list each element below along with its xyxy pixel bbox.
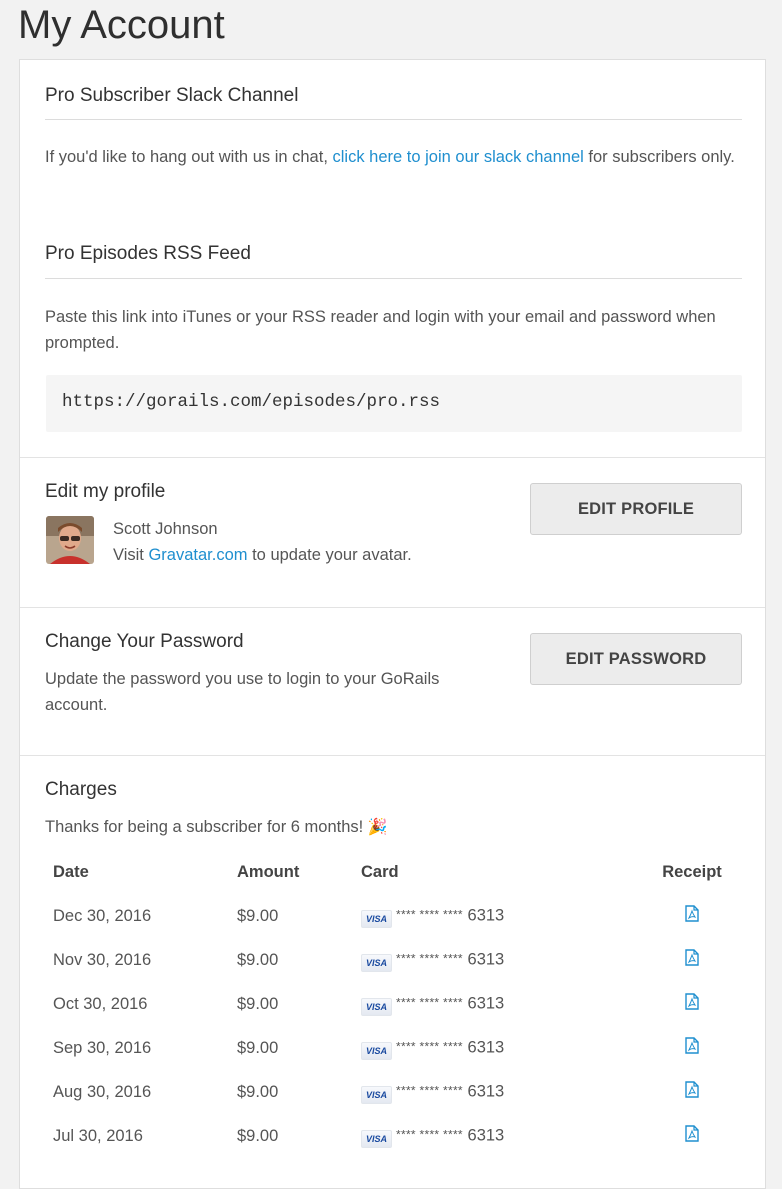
table-row: Oct 30, 2016 $9.00 VISA **** **** **** 6313 bbox=[45, 982, 742, 1026]
section-divider bbox=[20, 607, 765, 608]
file-pdf-icon[interactable] bbox=[685, 949, 699, 971]
charge-card: VISA **** **** **** 6313 bbox=[353, 1114, 642, 1158]
charges-table: Date Amount Card Receipt Dec 30, 2016 $9.… bbox=[45, 850, 742, 1158]
card-mask: **** **** **** bbox=[396, 907, 463, 922]
table-row: Aug 30, 2016 $9.00 VISA **** **** **** 6313 bbox=[45, 1070, 742, 1114]
visa-card-icon: VISA bbox=[361, 998, 392, 1016]
file-pdf-icon[interactable] bbox=[685, 1125, 699, 1147]
visa-card-icon: VISA bbox=[361, 1042, 392, 1060]
rss-heading: Pro Episodes RSS Feed bbox=[45, 243, 251, 264]
charge-receipt bbox=[642, 1114, 742, 1158]
charges-thanks-text: Thanks for being a subscriber for 6 mont… bbox=[45, 814, 735, 841]
section-divider bbox=[20, 755, 765, 756]
charge-amount: $9.00 bbox=[237, 950, 279, 969]
slack-heading-rule bbox=[45, 119, 742, 120]
card-last4: 6313 bbox=[467, 906, 505, 925]
charge-amount: $9.00 bbox=[237, 1082, 279, 1101]
charge-date: Oct 30, 2016 bbox=[53, 994, 148, 1013]
card-last4: 6313 bbox=[467, 1126, 505, 1145]
slack-text-after: for subscribers only. bbox=[583, 148, 735, 166]
column-header-card: Card bbox=[361, 862, 399, 881]
avatar-visit-text: Visit bbox=[113, 546, 149, 564]
charge-date: Jul 30, 2016 bbox=[53, 1126, 143, 1145]
charge-amount: $9.00 bbox=[237, 1038, 279, 1057]
charges-heading: Charges bbox=[45, 779, 117, 800]
table-row: Sep 30, 2016 $9.00 VISA **** **** **** 6313 bbox=[45, 1026, 742, 1070]
card-mask: **** **** **** bbox=[396, 1083, 463, 1098]
card-last4: 6313 bbox=[467, 1082, 505, 1101]
profile-name: Scott Johnson bbox=[113, 520, 218, 538]
charge-card: VISA **** **** **** 6313 bbox=[353, 982, 642, 1026]
file-pdf-icon[interactable] bbox=[685, 1037, 699, 1059]
table-row: Dec 30, 2016 $9.00 VISA **** **** **** 6313 bbox=[45, 894, 742, 938]
file-pdf-icon[interactable] bbox=[685, 905, 699, 927]
visa-card-icon: VISA bbox=[361, 910, 392, 928]
charge-date: Aug 30, 2016 bbox=[53, 1082, 152, 1101]
password-description: Update the password you use to login to … bbox=[45, 670, 440, 714]
charge-card: VISA **** **** **** 6313 bbox=[353, 894, 642, 938]
slack-text-before: If you'd like to hang out with us in cha… bbox=[45, 148, 333, 166]
avatar-suffix-text: to update your avatar. bbox=[247, 546, 412, 564]
visa-card-icon: VISA bbox=[361, 1086, 392, 1104]
page-title: My Account bbox=[18, 3, 225, 47]
rss-heading-rule bbox=[45, 278, 742, 279]
gravatar-link[interactable]: Gravatar.com bbox=[148, 546, 247, 564]
charge-card: VISA **** **** **** 6313 bbox=[353, 1026, 642, 1070]
card-mask: **** **** **** bbox=[396, 995, 463, 1010]
card-mask: **** **** **** bbox=[396, 1127, 463, 1142]
charge-receipt bbox=[642, 894, 742, 938]
edit-profile-button[interactable]: EDIT PROFILE bbox=[530, 483, 742, 535]
column-header-receipt: Receipt bbox=[662, 862, 722, 881]
visa-card-icon: VISA bbox=[361, 1130, 392, 1148]
charges-header-row: Date Amount Card Receipt bbox=[45, 850, 742, 894]
section-divider bbox=[20, 457, 765, 458]
charge-amount: $9.00 bbox=[237, 906, 279, 925]
slack-join-link[interactable]: click here to join our slack channel bbox=[333, 148, 584, 166]
charge-card: VISA **** **** **** 6313 bbox=[353, 1070, 642, 1114]
charge-date: Sep 30, 2016 bbox=[53, 1038, 152, 1057]
card-mask: **** **** **** bbox=[396, 951, 463, 966]
charge-date: Dec 30, 2016 bbox=[53, 906, 152, 925]
file-pdf-icon[interactable] bbox=[685, 993, 699, 1015]
card-last4: 6313 bbox=[467, 950, 505, 969]
card-last4: 6313 bbox=[467, 994, 505, 1013]
slack-heading: Pro Subscriber Slack Channel bbox=[45, 85, 299, 106]
password-heading: Change Your Password bbox=[45, 631, 244, 652]
table-row: Nov 30, 2016 $9.00 VISA **** **** **** 6313 bbox=[45, 938, 742, 982]
edit-password-button[interactable]: EDIT PASSWORD bbox=[530, 633, 742, 685]
profile-heading: Edit my profile bbox=[45, 481, 166, 502]
file-pdf-icon[interactable] bbox=[685, 1081, 699, 1103]
rss-url-field[interactable]: https://gorails.com/episodes/pro.rss bbox=[46, 375, 742, 432]
column-header-amount: Amount bbox=[237, 862, 300, 881]
avatar bbox=[46, 516, 94, 564]
party-popper-icon: 🎉 bbox=[367, 819, 388, 836]
avatar-image bbox=[46, 516, 94, 564]
table-row: Jul 30, 2016 $9.00 VISA **** **** **** 6313 bbox=[45, 1114, 742, 1158]
charges-body: Dec 30, 2016 $9.00 VISA **** **** **** 6313… bbox=[45, 894, 742, 1158]
charge-card: VISA **** **** **** 6313 bbox=[353, 938, 642, 982]
card-mask: **** **** **** bbox=[396, 1039, 463, 1054]
charge-receipt bbox=[642, 982, 742, 1026]
thanks-text: Thanks for being a subscriber for 6 mont… bbox=[45, 818, 368, 836]
visa-card-icon: VISA bbox=[361, 954, 392, 972]
account-card: Pro Subscriber Slack Channel If you'd li… bbox=[19, 59, 766, 1189]
card-last4: 6313 bbox=[467, 1038, 505, 1057]
rss-description: Paste this link into iTunes or your RSS … bbox=[45, 308, 716, 352]
slack-description: If you'd like to hang out with us in cha… bbox=[45, 144, 735, 170]
charge-receipt bbox=[642, 1070, 742, 1114]
charge-amount: $9.00 bbox=[237, 1126, 279, 1145]
charge-amount: $9.00 bbox=[237, 994, 279, 1013]
charge-receipt bbox=[642, 938, 742, 982]
charge-date: Nov 30, 2016 bbox=[53, 950, 152, 969]
charge-receipt bbox=[642, 1026, 742, 1070]
avatar-help-text: Visit Gravatar.com to update your avatar… bbox=[113, 542, 412, 568]
column-header-date: Date bbox=[53, 862, 89, 881]
